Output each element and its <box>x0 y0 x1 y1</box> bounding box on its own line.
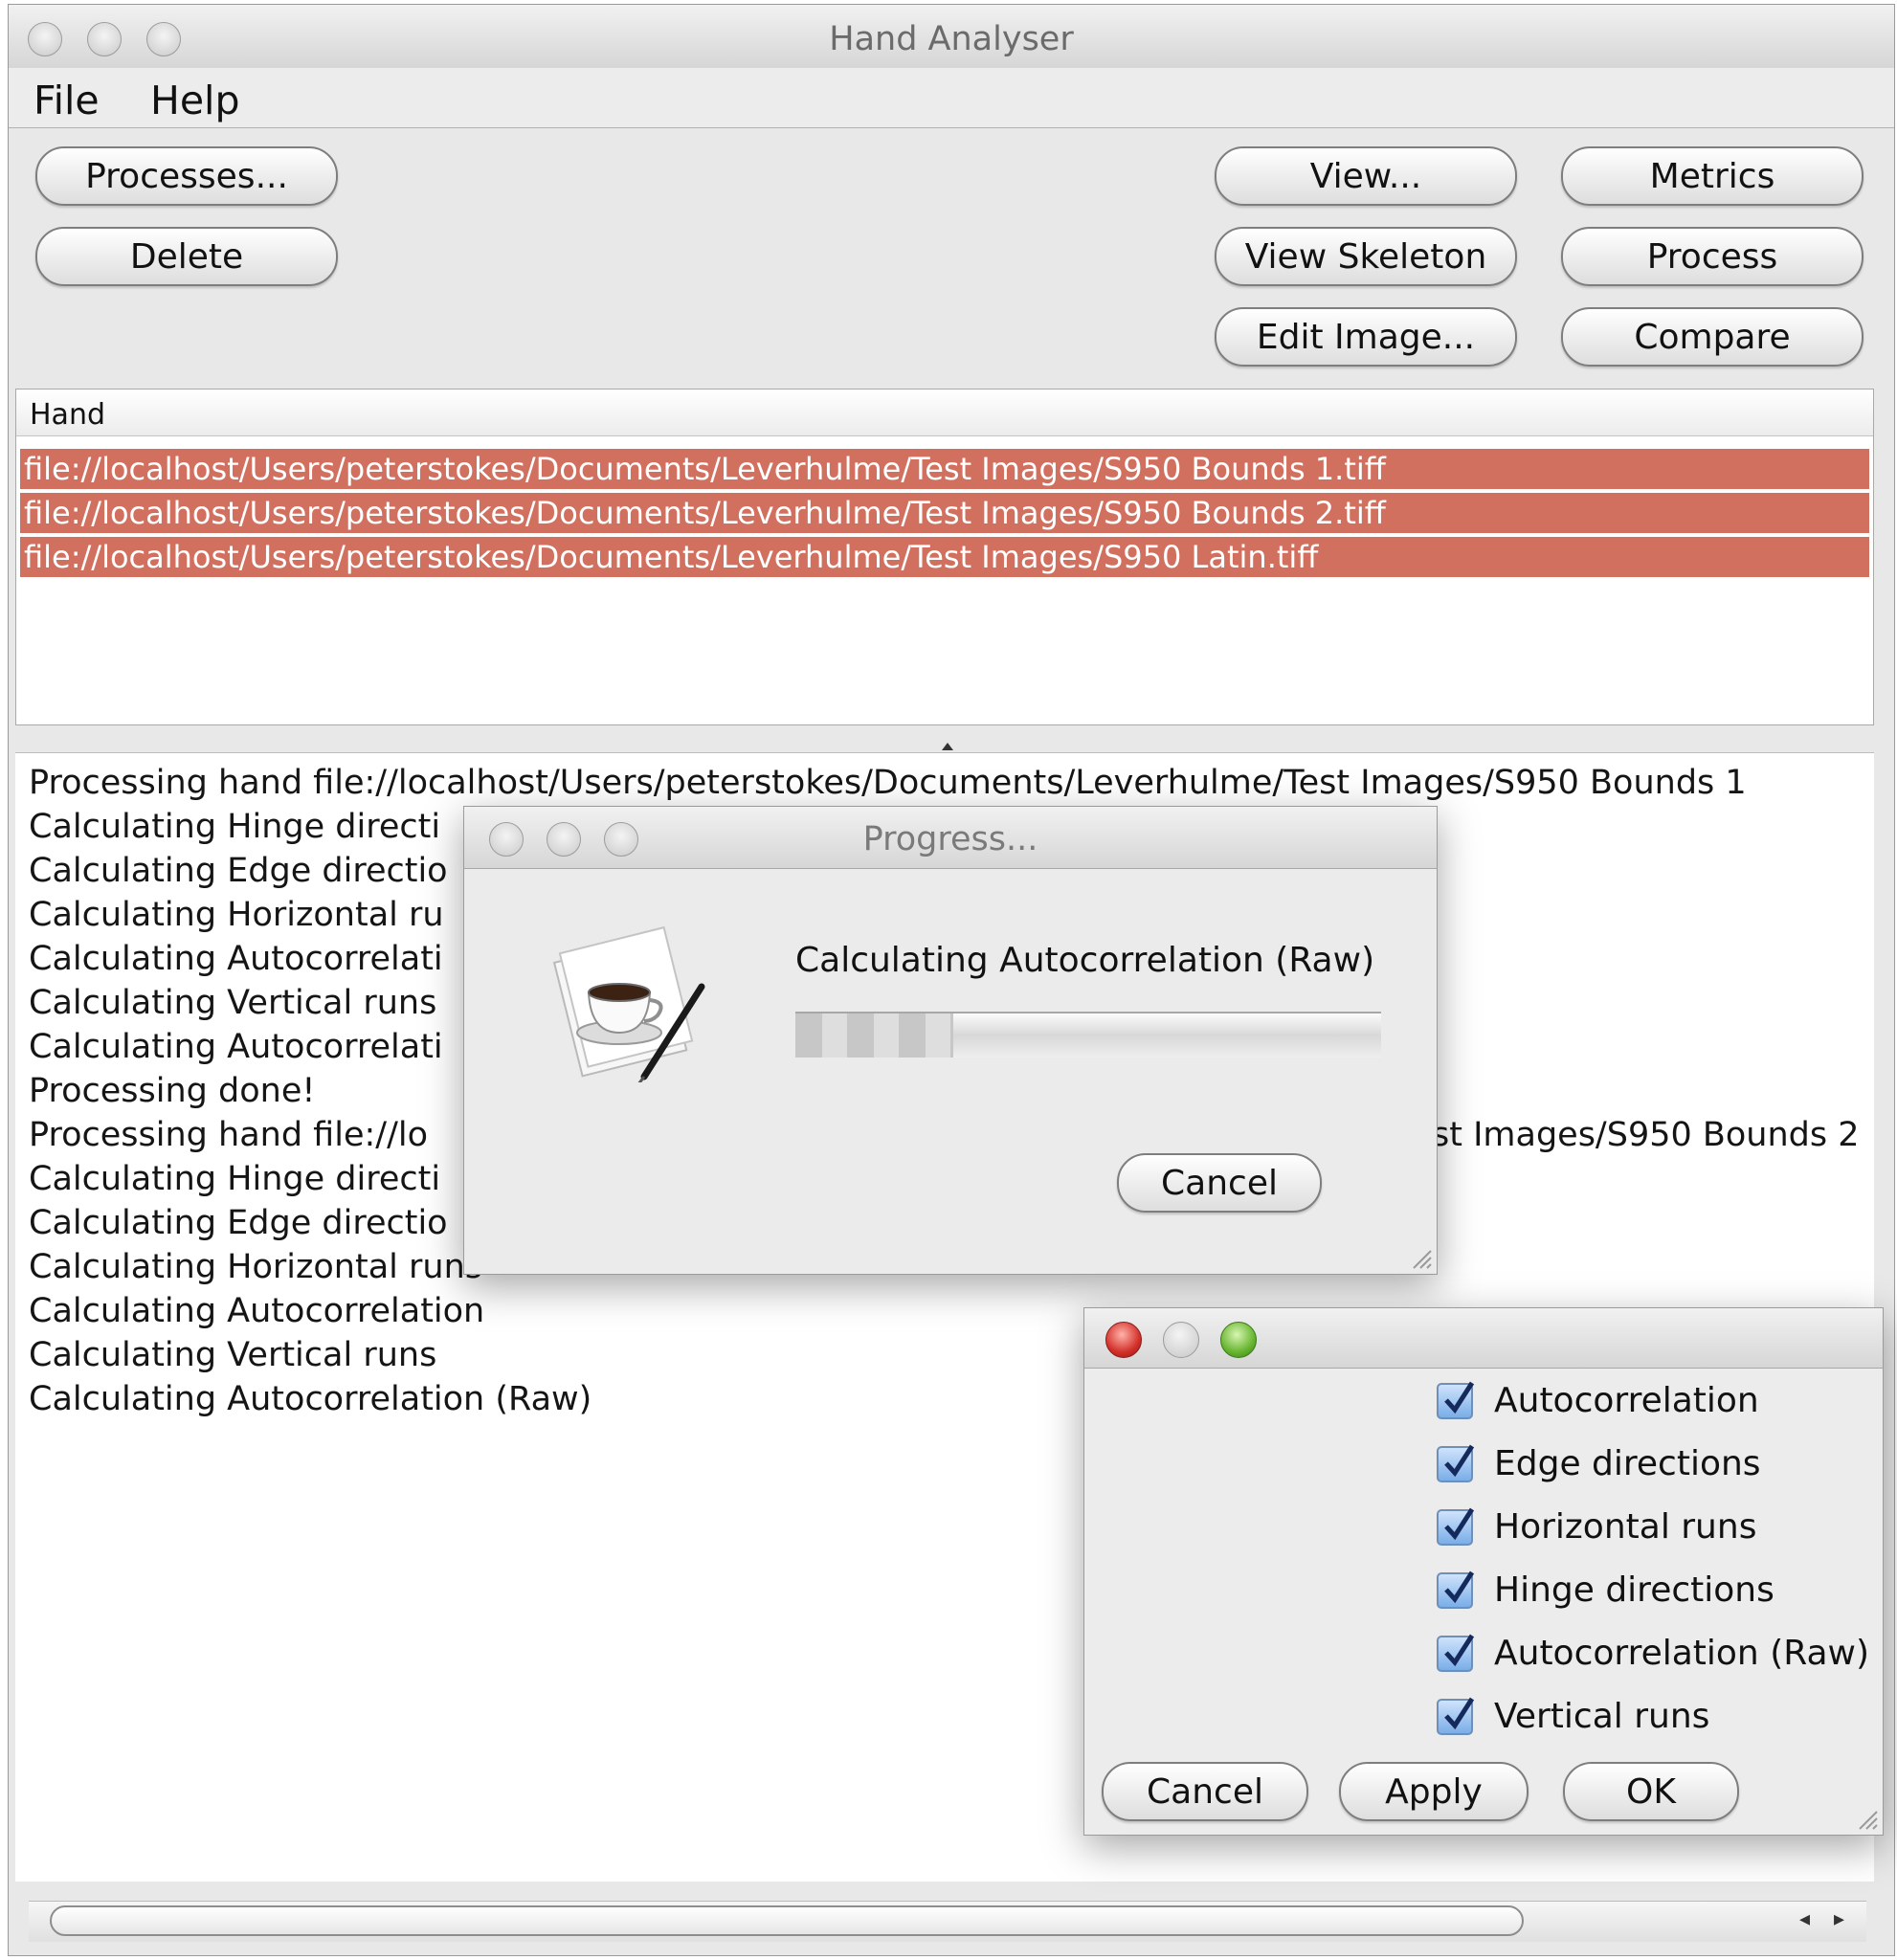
checkbox-checked-icon[interactable] <box>1437 1381 1475 1419</box>
menu-help[interactable]: Help <box>150 78 239 123</box>
options-titlebar[interactable] <box>1084 1308 1883 1369</box>
horizontal-scrollbar[interactable]: ◂ ▸ <box>29 1901 1866 1942</box>
window-title: Hand Analyser <box>829 20 1074 58</box>
log-line: Processing hand file://localhost/Users/p… <box>29 764 1747 802</box>
checkbox-checked-icon[interactable] <box>1437 1570 1475 1609</box>
java-coffee-cup-icon <box>545 920 707 1085</box>
checkbox-label: Vertical runs <box>1494 1697 1710 1736</box>
hand-column-header[interactable]: Hand <box>16 390 1873 436</box>
log-line: Calculating Edge directio <box>29 852 448 890</box>
menu-bar: File Help <box>9 68 1894 128</box>
delete-button[interactable]: Delete <box>35 227 338 286</box>
options-apply-button[interactable]: Apply <box>1339 1762 1529 1821</box>
log-line: Calculating Autocorrelation (Raw) <box>29 1380 592 1418</box>
log-line: Calculating Edge directio <box>29 1204 448 1242</box>
log-line: Calculating Hinge directi <box>29 808 441 846</box>
progress-dialog-title: Progress... <box>862 820 1038 858</box>
options-cancel-button[interactable]: Cancel <box>1102 1762 1308 1821</box>
scroll-left-icon[interactable]: ◂ <box>1799 1907 1810 1931</box>
checkbox-checked-icon[interactable] <box>1437 1507 1475 1546</box>
log-line: Calculating Autocorrelati <box>29 940 443 978</box>
progress-message: Calculating Autocorrelation (Raw) <box>795 941 1375 980</box>
checkbox-label: Edge directions <box>1494 1444 1761 1483</box>
progress-cancel-button[interactable]: Cancel <box>1117 1153 1322 1213</box>
process-button[interactable]: Process <box>1561 227 1864 286</box>
checkbox-checked-icon[interactable] <box>1437 1697 1475 1735</box>
hand-column-label: Hand <box>30 398 105 432</box>
options-ok-button[interactable]: OK <box>1563 1762 1739 1821</box>
hand-list[interactable]: Hand file://localhost/Users/peterstokes/… <box>15 389 1874 725</box>
log-line: Processing hand file://lo <box>29 1116 428 1154</box>
view-button[interactable]: View... <box>1215 146 1517 206</box>
edit-image-button[interactable]: Edit Image... <box>1215 307 1517 367</box>
menu-file[interactable]: File <box>33 78 100 123</box>
checkbox-checked-icon[interactable] <box>1437 1634 1475 1672</box>
checkbox-label: Hinge directions <box>1494 1570 1774 1610</box>
split-pane-divider[interactable] <box>942 735 953 750</box>
hand-list-row[interactable]: file://localhost/Users/peterstokes/Docum… <box>20 449 1869 489</box>
main-titlebar[interactable]: Hand Analyser <box>9 5 1894 69</box>
minimize-light-icon[interactable] <box>1163 1322 1199 1358</box>
metrics-options-dialog: Autocorrelation Edge directions Horizont… <box>1083 1307 1884 1836</box>
checkbox-label: Autocorrelation (Raw) <box>1494 1634 1870 1673</box>
log-line: Calculating Vertical runs <box>29 984 437 1022</box>
hand-list-row[interactable]: file://localhost/Users/peterstokes/Docum… <box>20 537 1869 577</box>
log-line: Calculating Autocorrelation <box>29 1292 485 1330</box>
log-line: Calculating Vertical runs <box>29 1336 437 1374</box>
checkbox-label: Horizontal runs <box>1494 1507 1757 1547</box>
progress-bar <box>795 1012 1381 1058</box>
hand-list-row[interactable]: file://localhost/Users/peterstokes/Docum… <box>20 493 1869 533</box>
view-skeleton-button[interactable]: View Skeleton <box>1215 227 1517 286</box>
log-line: Calculating Hinge directi <box>29 1160 441 1198</box>
progress-bar-fill <box>795 1013 954 1058</box>
splitter-arrow-icon <box>942 743 953 750</box>
checkbox-label: Autocorrelation <box>1494 1381 1759 1420</box>
log-line: Calculating Horizontal runs <box>29 1248 483 1286</box>
resize-grip-icon[interactable] <box>1856 1808 1879 1831</box>
metrics-button[interactable]: Metrics <box>1561 146 1864 206</box>
log-line-continuation: st Images/S950 Bounds 2 <box>1432 1116 1860 1154</box>
progress-dialog: Progress... Calculating Autocorrelation … <box>463 806 1438 1275</box>
checkbox-checked-icon[interactable] <box>1437 1444 1475 1482</box>
close-light-icon[interactable] <box>1105 1322 1142 1358</box>
compare-button[interactable]: Compare <box>1561 307 1864 367</box>
scroll-right-icon[interactable]: ▸ <box>1834 1907 1844 1931</box>
log-line: Processing done! <box>29 1072 316 1110</box>
scrollbar-thumb[interactable] <box>50 1905 1524 1936</box>
processes-button[interactable]: Processes... <box>35 146 338 206</box>
zoom-light-icon[interactable] <box>1220 1322 1257 1358</box>
log-line: Calculating Horizontal ru <box>29 896 444 934</box>
resize-grip-icon[interactable] <box>1410 1247 1433 1270</box>
progress-titlebar[interactable]: Progress... <box>464 807 1437 869</box>
log-line: Calculating Autocorrelati <box>29 1028 443 1066</box>
